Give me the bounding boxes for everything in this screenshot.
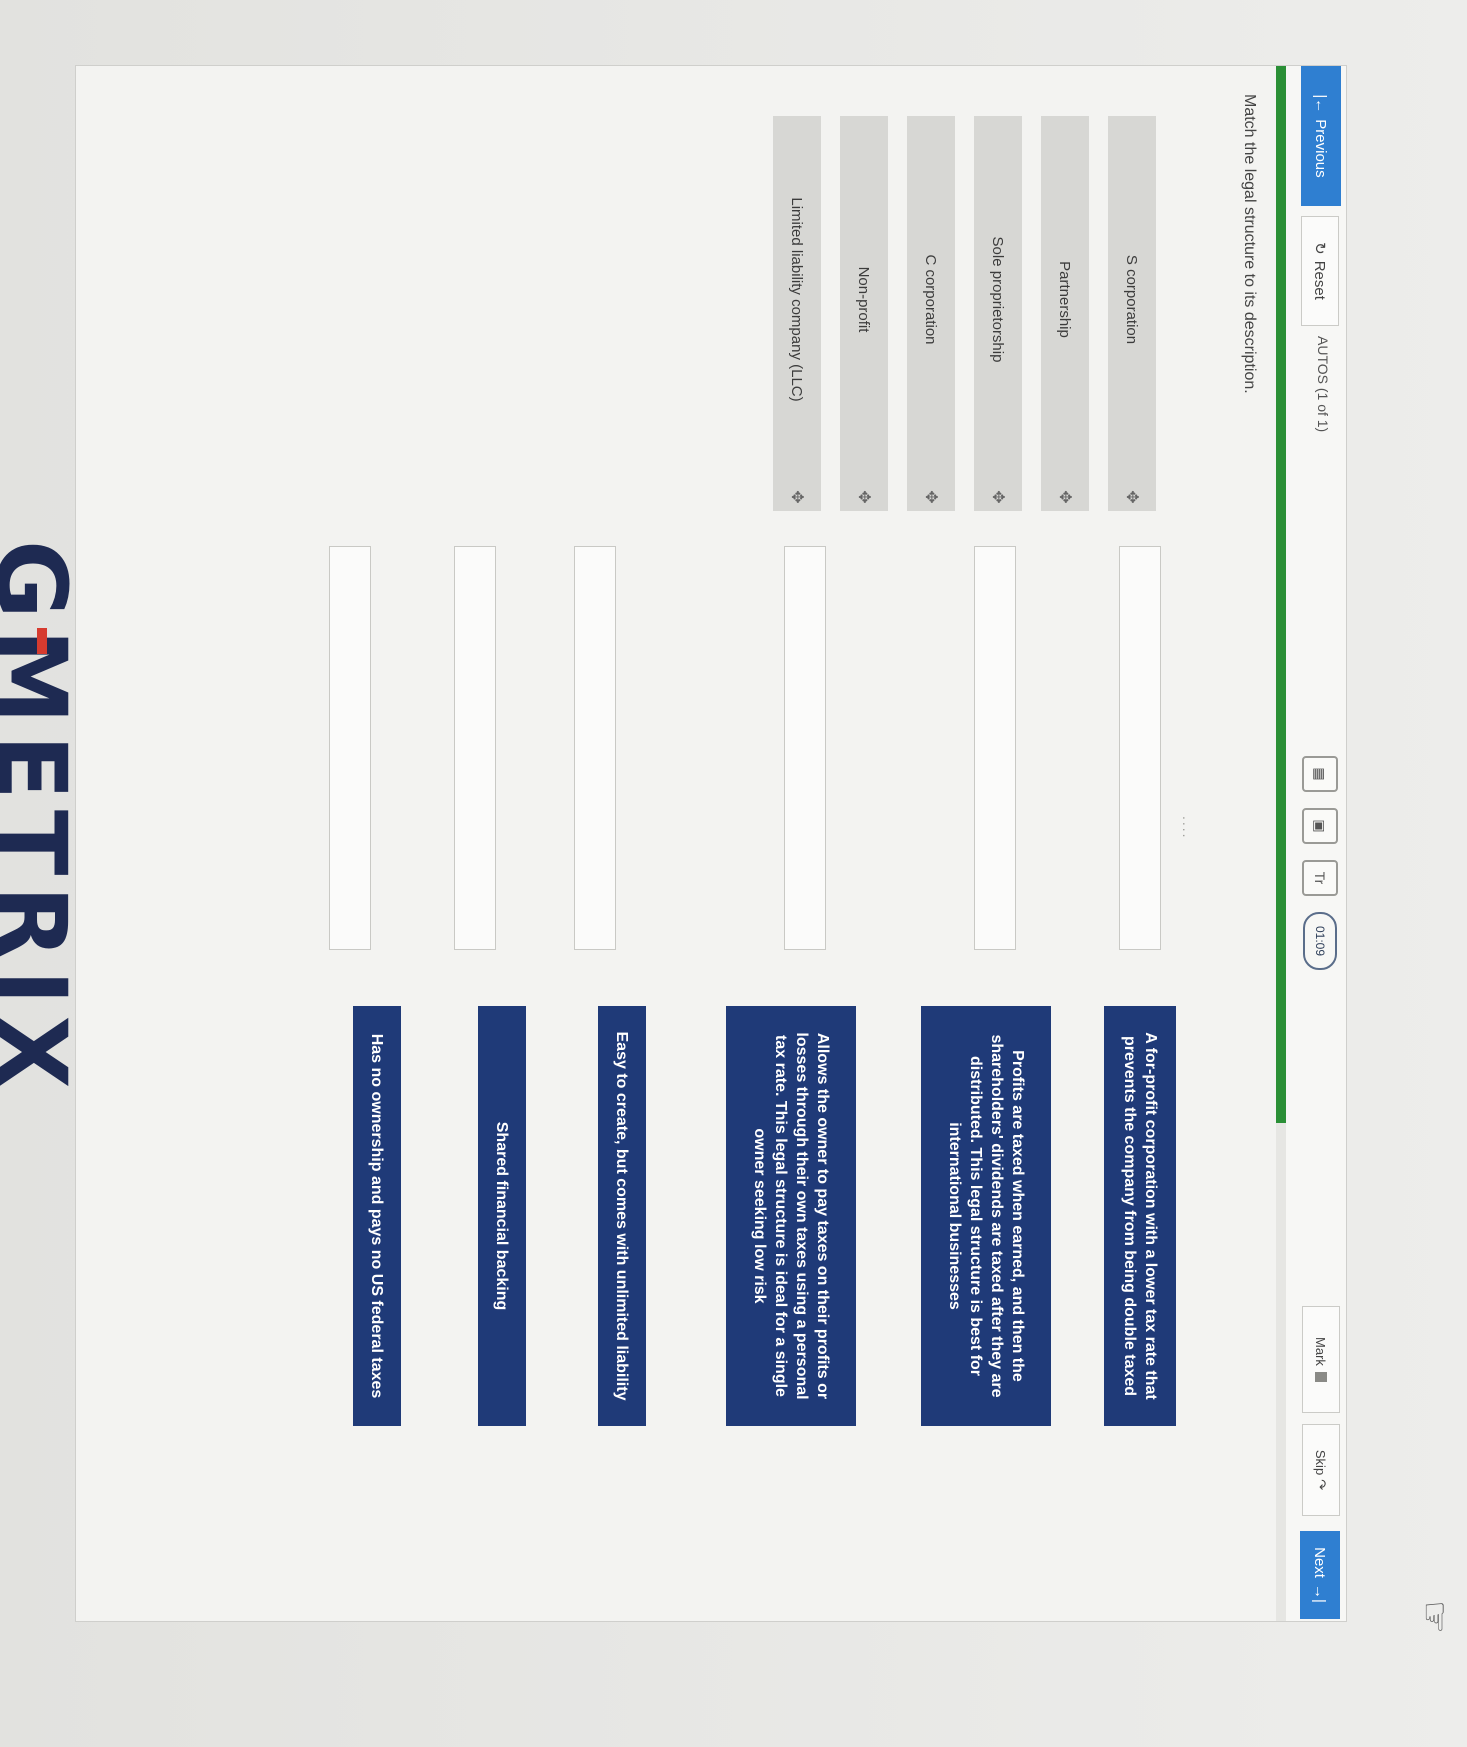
drag-item-label: Partnership (1056, 261, 1074, 338)
drag-handle-icon[interactable]: ✥ (921, 483, 941, 511)
drag-item-label: C corporation (922, 254, 940, 345)
skip-button[interactable]: Skip ↷ (1302, 1424, 1340, 1516)
description-text: Has no ownership and pays no US federal … (368, 1033, 386, 1399)
tool-icons: ▦ ▣ Tr 01:09 (1302, 756, 1338, 970)
toolbar: |← Previous ↻ Reset AUTOS (1 of 1) ▦ ▣ T… (1285, 66, 1346, 1621)
mark-button[interactable]: Mark (1302, 1306, 1340, 1413)
font-size-icon[interactable]: Tr (1302, 860, 1338, 896)
drag-item-s-corporation[interactable]: S corporation ✥ (1108, 116, 1156, 511)
drag-item-label: Non-profit (855, 266, 873, 333)
timer-text: 01:09 (1313, 925, 1327, 957)
description-text: Easy to create, but comes with unlimited… (613, 1031, 631, 1401)
bookmark-icon[interactable]: ▣ (1302, 808, 1338, 844)
previous-arrow-icon: |← (1312, 94, 1330, 114)
gmetrix-logo: GMETRIX (0, 540, 87, 1099)
question-text: Match the legal structure to its descrip… (1241, 94, 1258, 394)
drop-target-6[interactable] (329, 546, 371, 950)
next-label: Next (1311, 1547, 1329, 1578)
flag-icon (1315, 1371, 1327, 1382)
drag-item-sole-proprietorship[interactable]: Sole proprietorship ✥ (974, 116, 1022, 511)
drag-item-c-corporation[interactable]: C corporation ✥ (907, 116, 955, 511)
drop-target-3[interactable] (784, 546, 826, 950)
rotated-photo-stage: |← Previous ↻ Reset AUTOS (1 of 1) ▦ ▣ T… (0, 0, 1467, 1747)
description-3: Allows the owner to pay taxes on their p… (726, 1006, 856, 1426)
drop-target-1[interactable] (1119, 546, 1161, 950)
progress-fill (1276, 66, 1286, 1124)
previous-button[interactable]: |← Previous (1301, 66, 1341, 206)
drag-item-partnership[interactable]: Partnership ✥ (1041, 116, 1089, 511)
drag-handle-icon[interactable]: ✥ (787, 483, 807, 511)
drag-item-non-profit[interactable]: Non-profit ✥ (840, 116, 888, 511)
reset-label: Reset (1311, 260, 1329, 300)
calculator-icon[interactable]: ▦ (1302, 756, 1338, 792)
reset-button[interactable]: ↻ Reset (1301, 216, 1339, 326)
description-1: A for-profit corporation with a lower ta… (1104, 1006, 1176, 1426)
reset-icon: ↻ (1311, 242, 1328, 255)
drop-target-4[interactable] (574, 546, 616, 950)
description-5: Shared financial backing (478, 1006, 526, 1426)
drag-item-llc[interactable]: Limited liability company (LLC) ✥ (773, 116, 821, 511)
description-text: Shared financial backing (493, 1121, 511, 1311)
drag-handle-icon[interactable]: ✥ (1122, 483, 1142, 511)
description-text: Profits are taxed when earned, and then … (946, 1034, 1026, 1398)
description-2: Profits are taxed when earned, and then … (921, 1006, 1051, 1426)
mark-label: Mark (1313, 1337, 1329, 1366)
description-text: Allows the owner to pay taxes on their p… (751, 1032, 831, 1400)
hand-pointer-icon: ☞ (1413, 1600, 1455, 1635)
drag-item-label: Limited liability company (LLC) (788, 197, 806, 402)
progress-bar (1276, 66, 1286, 1621)
drag-handle-icon[interactable]: ✥ (988, 483, 1008, 511)
drop-target-2[interactable] (974, 546, 1016, 950)
brand-text: GMETRIX (0, 540, 87, 1100)
drag-handle-icon[interactable]: ✥ (854, 483, 874, 511)
drag-handle-icon[interactable]: ✥ (1055, 483, 1075, 511)
skip-label: Skip (1313, 1449, 1329, 1476)
drop-target-5[interactable] (454, 546, 496, 950)
drag-dots: .... (1180, 816, 1196, 840)
quiz-window: |← Previous ↻ Reset AUTOS (1 of 1) ▦ ▣ T… (75, 65, 1347, 1622)
description-text: A for-profit corporation with a lower ta… (1121, 1032, 1159, 1400)
next-arrow-icon: →| (1311, 1583, 1329, 1603)
next-button[interactable]: Next →| (1300, 1531, 1340, 1619)
description-6: Has no ownership and pays no US federal … (353, 1006, 401, 1426)
description-4: Easy to create, but comes with unlimited… (598, 1006, 646, 1426)
attempts-text: AUTOS (1 of 1) (1315, 336, 1331, 433)
logo-red-bar (37, 628, 47, 654)
skip-icon: ↷ (1314, 1479, 1329, 1491)
drag-item-label: S corporation (1123, 254, 1141, 345)
previous-label: Previous (1312, 119, 1330, 178)
font-size-text: Tr (1312, 871, 1328, 885)
drag-item-label: Sole proprietorship (989, 236, 1007, 363)
timer-icon: 01:09 (1303, 912, 1337, 970)
